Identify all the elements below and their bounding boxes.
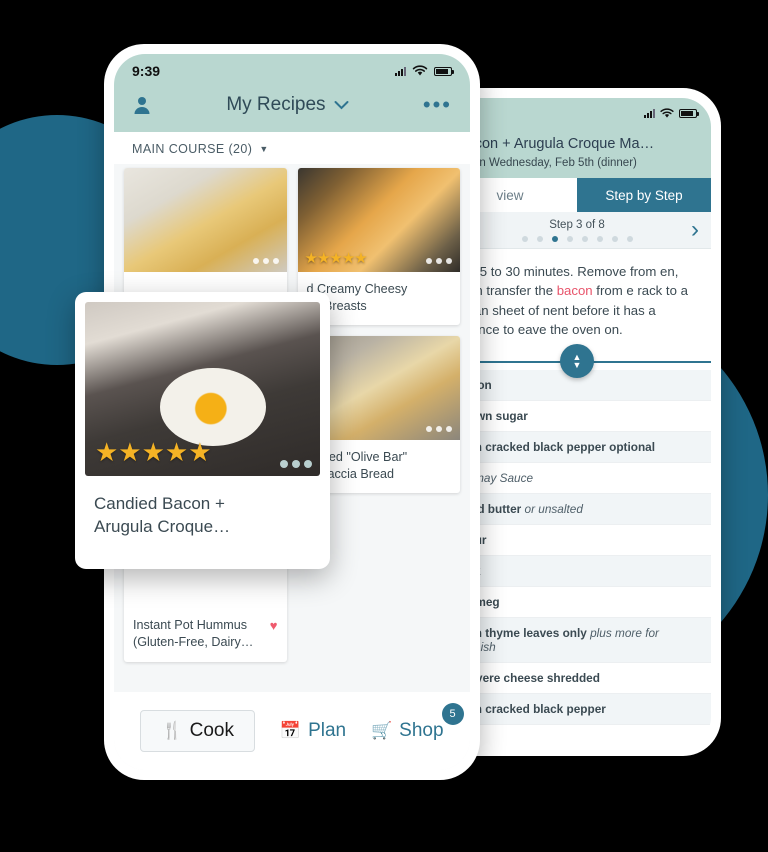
ingredient-row[interactable]: Flour	[443, 525, 711, 556]
shopping-cart-icon: 🛒	[371, 721, 393, 740]
chevron-right-icon[interactable]: ›	[691, 218, 699, 242]
rating-stars: ★★★★★	[304, 250, 368, 267]
ingredient-note: or unsalted	[521, 501, 583, 516]
ingredient-row[interactable]: gruyere cheese shredded	[443, 663, 711, 694]
nav-item-plan[interactable]: 📅 Plan	[280, 720, 346, 742]
signal-bars-icon	[644, 108, 655, 118]
step-dot-4[interactable]	[566, 236, 573, 242]
detail-title: Bacon + Arugula Croque Ma…	[457, 136, 655, 152]
status-icons	[395, 65, 454, 77]
instruction-line-1: or 25 to 30 minutes. Remove from	[457, 264, 657, 279]
step-dots[interactable]	[443, 236, 711, 242]
phone-back-screen: Bacon + Arugula Croque Ma… ed on Wednesd…	[443, 98, 711, 746]
page-title: My Recipes	[226, 94, 326, 115]
detail-tabs: view Step by Step	[443, 178, 711, 212]
step-dot-7[interactable]	[611, 236, 618, 242]
cart-badge: 5	[441, 703, 464, 725]
step-dot-3[interactable]	[551, 236, 558, 242]
instruction-after-highlight: from	[592, 283, 623, 299]
recipe-card-image: ★★★★★	[297, 168, 460, 272]
more-horizontal-icon[interactable]	[426, 426, 452, 433]
featured-recipe-image: ★★★★★	[85, 302, 320, 476]
bottom-navigation: 🍴 Cook 📅 Plan 🛒 Shop 5	[114, 692, 470, 770]
recipe-card-title-row: Instant Pot Hummus (Gluten-Free, Dairy… ♥	[124, 608, 287, 661]
ingredient-row[interactable]: nutmeg	[443, 587, 711, 618]
caret-down-icon: ▼	[259, 144, 269, 154]
nav-item-label: Plan	[308, 720, 347, 741]
battery-icon	[679, 108, 699, 118]
status-time: 9:39	[132, 63, 161, 79]
ingredient-row[interactable]: brown sugar	[443, 401, 711, 432]
step-indicator-bar: Step 3 of 8 ›	[443, 212, 711, 249]
recipe-card-image	[124, 168, 287, 272]
calendar-icon: 📅	[279, 721, 302, 740]
step-dot-6[interactable]	[596, 236, 603, 242]
rating-stars: ★★★★★	[95, 437, 212, 467]
nav-item-label: Cook	[189, 720, 234, 741]
category-filter-label: MAIN COURSE (20)	[132, 142, 253, 156]
wifi-icon	[660, 107, 674, 118]
list-header: 9:39 My Recipes •••	[114, 54, 470, 132]
ingredient-row[interactable]: resh thyme leaves only plus more for gar…	[443, 617, 711, 663]
chevron-up-down-icon[interactable]: ▲ ▼	[560, 343, 594, 378]
step-dot-1[interactable]	[521, 236, 528, 242]
featured-recipe-title: Candied Bacon + Arugula Croque…	[94, 494, 231, 536]
recipe-card-title: Instant Pot Hummus (Gluten-Free, Dairy…	[133, 618, 254, 650]
section-divider: ▲ ▼	[443, 343, 711, 378]
more-horizontal-icon[interactable]	[280, 460, 312, 468]
instruction-highlight[interactable]: bacon	[557, 283, 593, 298]
ingredient-row[interactable]: Mornay Sauce	[443, 463, 711, 494]
status-bar-back	[457, 104, 699, 122]
ingredient-row[interactable]: resh cracked black pepper	[443, 693, 711, 725]
detail-header: Bacon + Arugula Croque Ma… ed on Wednesd…	[443, 98, 711, 178]
detail-subtitle: ed on Wednesday, Feb 5th (dinner)	[457, 157, 637, 169]
ingredient-name: resh cracked black pepper optional	[457, 439, 655, 454]
ingredient-row[interactable]: alted butter or unsalted	[443, 493, 711, 525]
status-bar-front: 9:39	[114, 54, 470, 82]
ingredient-row[interactable]: resh cracked black pepper optional	[443, 431, 711, 463]
more-horizontal-icon[interactable]	[426, 258, 452, 264]
step-dot-5[interactable]	[581, 236, 588, 242]
signal-bars-icon	[395, 66, 406, 76]
step-dot-8[interactable]	[626, 236, 633, 242]
featured-recipe-card[interactable]: ★★★★★ Candied Bacon + Arugula Croque…	[75, 292, 330, 569]
page-title-wrap[interactable]: My Recipes	[226, 94, 349, 116]
step-instruction: or 25 to 30 minutes. Remove from en, the…	[443, 249, 711, 346]
step-dot-2[interactable]	[536, 236, 543, 242]
favorite-heart-icon[interactable]: ♥	[270, 617, 278, 650]
ingredient-row[interactable]: milk	[443, 555, 711, 587]
nav-item-cook[interactable]: 🍴 Cook	[140, 710, 255, 752]
more-horizontal-icon[interactable]: •••	[423, 94, 452, 116]
more-horizontal-icon[interactable]	[252, 594, 279, 601]
tab-step-by-step[interactable]: Step by Step	[577, 178, 711, 212]
chevron-down-icon[interactable]	[334, 100, 349, 110]
nav-item-label: Shop	[399, 720, 444, 741]
battery-icon	[434, 66, 454, 76]
cutlery-icon: 🍴	[161, 721, 183, 740]
person-icon[interactable]	[132, 95, 152, 115]
ingredient-list: baconbrown sugarresh cracked black peppe…	[443, 369, 711, 725]
wifi-icon	[412, 65, 428, 76]
category-filter[interactable]: MAIN COURSE (20) ▼	[114, 132, 470, 164]
page-root: Bacon + Arugula Croque Ma… ed on Wednesd…	[0, 0, 768, 852]
nav-item-shop[interactable]: 🛒 Shop 5	[371, 703, 464, 742]
list-navbar: My Recipes •••	[114, 82, 470, 132]
instruction-line-5: eave the oven on.	[517, 322, 623, 338]
more-horizontal-icon[interactable]	[252, 258, 279, 264]
step-label: Step 3 of 8	[549, 219, 605, 231]
